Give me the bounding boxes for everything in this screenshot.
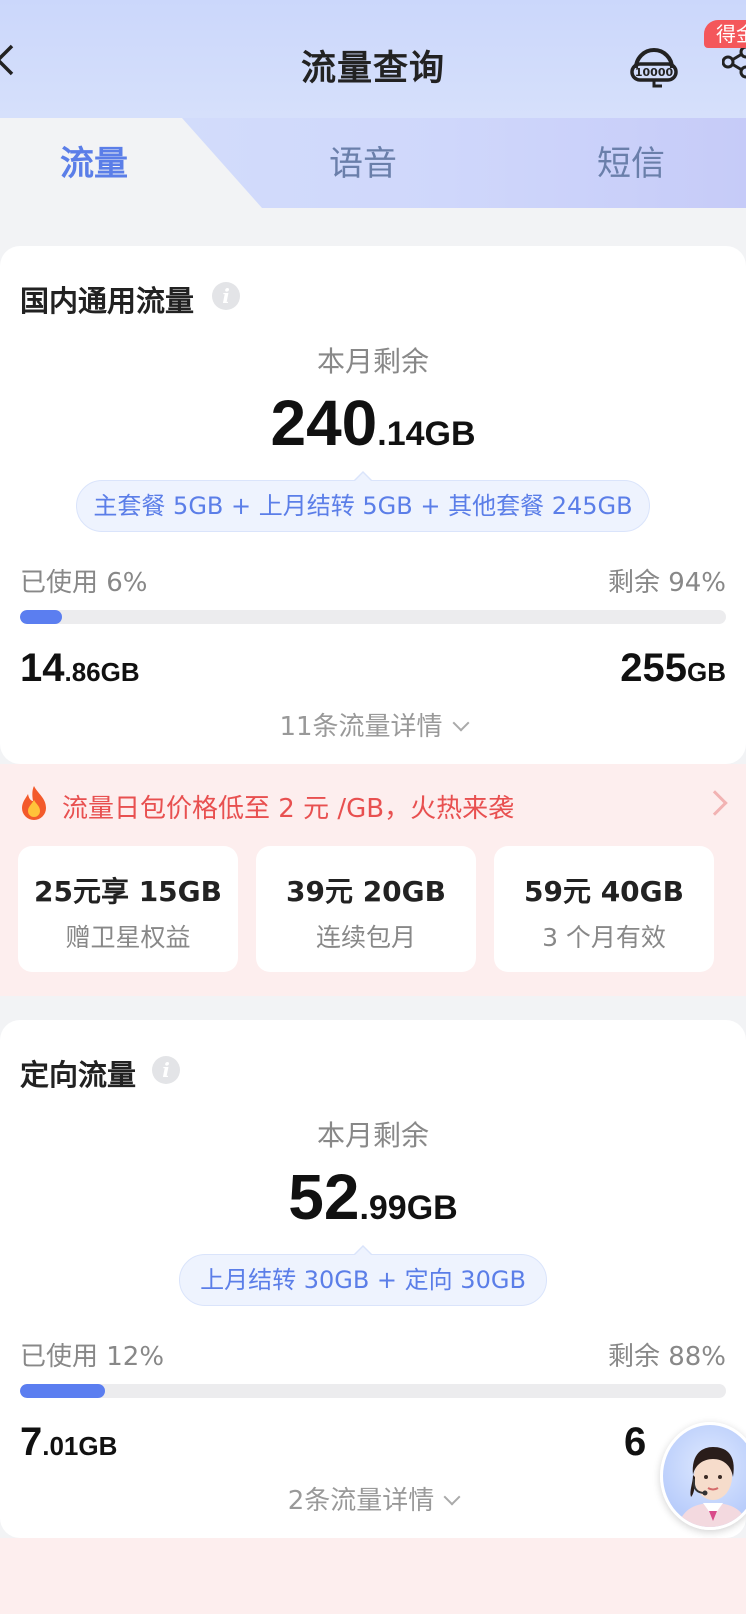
offer-title: 25元享 15GB [33,875,222,908]
offer-card[interactable]: 25元享 15GB 赠卫星权益 [18,846,238,972]
tab-voice[interactable]: 语音 [329,136,397,185]
chevron-down-icon [452,714,470,732]
offer-subtitle: 3 个月有效 [542,923,666,952]
header-bar: 流量查询 10000 得金 [0,0,746,118]
chevron-right-icon[interactable] [702,790,728,816]
used-amount-integer: 7 [20,1420,43,1464]
used-amount-decimal: .01GB [42,1431,118,1461]
remain-value: 52.99GB [0,1160,746,1234]
offer-title: 39元 20GB [285,875,446,908]
offer-subtitle: 赠卫星权益 [65,923,191,952]
reward-badge[interactable]: 得金 [704,20,746,48]
total-amount-integer: 6 [624,1420,647,1464]
remain-value: 240.14GB [0,386,746,460]
promo-headline[interactable]: 流量日包价格低至 2 元 /GB，火热来袭 [62,788,514,825]
domestic-data-card: 国内通用流量 i 本月剩余 240.14GB 主套餐 5GB + 上月结转 5G… [0,246,746,764]
offer-card[interactable]: 59元 40GB 3 个月有效 [494,846,714,972]
promo-section-next [0,1538,746,1614]
fire-icon [18,784,50,820]
data-details-link[interactable]: 11条流量详情 [0,706,746,743]
remain-value-decimal: .99GB [359,1189,458,1227]
usage-progress-bar [20,610,726,624]
used-amount-decimal: .86GB [64,657,140,687]
tab-sms[interactable]: 短信 [597,136,665,185]
data-details-label: 2条流量详情 [287,1486,435,1516]
tab-bar: 流量 语音 短信 [0,118,746,208]
directed-data-card: 定向流量 i 本月剩余 52.99GB 上月结转 30GB + 定向 30GB … [0,1020,746,1538]
used-amount-integer: 14 [20,646,65,690]
promo-section: 流量日包价格低至 2 元 /GB，火热来袭 25元享 15GB 赠卫星权益 39… [0,764,746,996]
remain-value-integer: 52 [288,1161,360,1233]
breakdown-pill: 上月结转 30GB + 定向 30GB [179,1245,547,1306]
used-amount: 7.01GB [20,1420,117,1465]
chevron-down-icon [443,1488,461,1506]
used-amount: 14.86GB [20,646,140,691]
used-percent-label: 已使用 6% [20,568,148,598]
data-details-label: 11条流量详情 [279,712,443,742]
info-icon[interactable]: i [212,282,240,310]
usage-progress-fill [20,610,63,624]
card-title: 定向流量 [20,1058,137,1092]
total-amount-unit: GB [687,657,726,687]
remain-value-integer: 240 [270,387,378,459]
remain-label: 本月剩余 [316,345,429,378]
used-percent-label: 已使用 12% [20,1342,165,1372]
breakdown-pill: 主套餐 5GB + 上月结转 5GB + 其他套餐 245GB [76,471,650,532]
offer-title: 59元 40GB [523,875,684,908]
share-icon[interactable] [721,44,746,80]
info-icon[interactable]: i [152,1056,180,1084]
usage-progress-bar [20,1384,726,1398]
total-amount: 6 [624,1420,646,1465]
remain-value-decimal: .14GB [377,415,476,453]
hotline-10000-icon[interactable]: 10000 [630,44,678,88]
offer-card[interactable]: 39元 20GB 连续包月 [256,846,476,972]
tab-data[interactable]: 流量 [60,136,128,185]
tab-active-background [0,118,262,208]
remain-percent-label: 剩余 94% [607,568,726,598]
offer-subtitle: 连续包月 [315,923,416,952]
remain-percent-label: 剩余 88% [607,1342,726,1372]
remain-label: 本月剩余 [316,1119,429,1152]
total-amount: 255GB [620,646,726,691]
card-title: 国内通用流量 [20,284,195,318]
svg-text:10000: 10000 [635,66,674,79]
data-details-link[interactable]: 2条流量详情 [0,1480,746,1517]
usage-progress-fill [20,1384,105,1398]
total-amount-integer: 255 [620,646,687,690]
